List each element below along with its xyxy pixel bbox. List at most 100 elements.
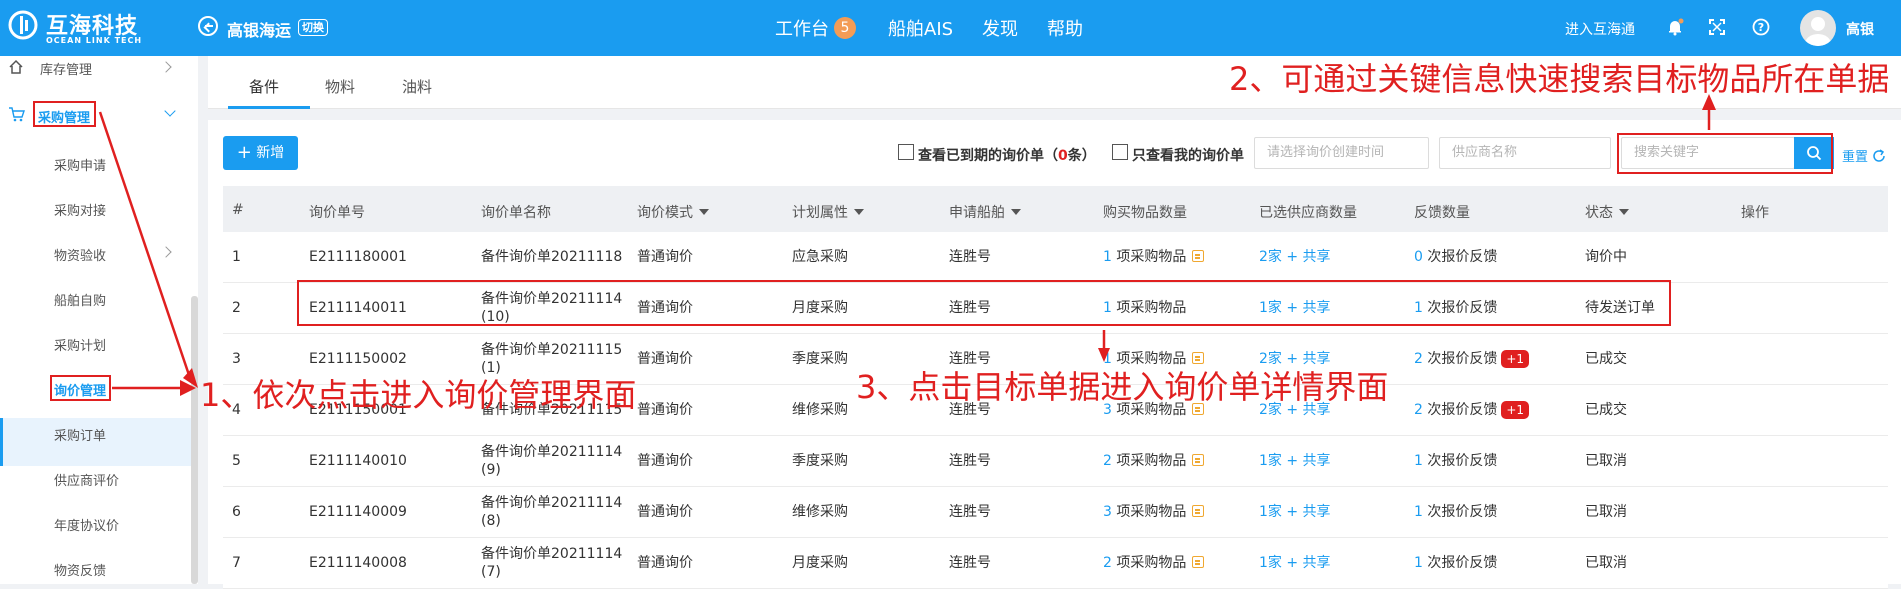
help-icon[interactable]: ? — [1752, 18, 1770, 36]
col-status[interactable]: 状态 — [1585, 202, 1629, 222]
col-mode[interactable]: 询价模式 — [637, 202, 709, 222]
col-mode-label: 询价模式 — [637, 205, 693, 221]
row-items[interactable]: 2 项采购物品 — [1103, 452, 1205, 470]
row-name: 备件询价单20211114 (7) — [481, 545, 622, 581]
row-suppliers[interactable]: 1家 + 共享 — [1259, 503, 1331, 521]
row-name-line1: 备件询价单20211114 — [481, 546, 623, 562]
row-feedback-count[interactable]: 2 — [1414, 402, 1423, 418]
row-feedback[interactable]: 1 次报价反馈 — [1414, 503, 1497, 521]
sidebar-item-self-purchase[interactable]: 船舶自购 — [54, 290, 106, 309]
row-name: 备件询价单20211118 — [481, 248, 622, 266]
enter-hht-link[interactable]: 进入互海通 — [1565, 19, 1635, 39]
row-suppliers[interactable]: 1家 + 共享 — [1259, 452, 1331, 470]
tab-materials[interactable]: 物料 — [325, 76, 355, 97]
row-feedback-count[interactable]: 1 — [1414, 453, 1423, 469]
nav-workbench[interactable]: 工作台 — [775, 15, 829, 41]
add-button[interactable]: + 新增 — [223, 136, 298, 170]
col-ship[interactable]: 申请船舶 — [949, 202, 1021, 222]
username[interactable]: 高银 — [1846, 19, 1874, 39]
row-code[interactable]: E2111140010 — [309, 452, 407, 470]
caret-down-icon — [699, 209, 709, 215]
row-items-count[interactable]: 2 — [1103, 453, 1112, 469]
tab-spare-parts[interactable]: 备件 — [249, 76, 279, 97]
sidebar-item-purchase-request[interactable]: 采购申请 — [54, 155, 106, 174]
nav-ship-ais[interactable]: 船舶AIS — [888, 15, 953, 41]
col-index: # — [232, 202, 244, 218]
row-feedback-count[interactable]: 1 — [1414, 555, 1423, 571]
mine-only-label: 只查看我的询价单 — [1132, 148, 1244, 164]
sidebar-scrollbar[interactable] — [191, 296, 198, 584]
row-feedback-count[interactable]: 2 — [1414, 351, 1423, 367]
row-feedback[interactable]: 1 次报价反馈 — [1414, 452, 1497, 470]
row-name-line2: (8) — [481, 513, 501, 529]
row-code[interactable]: E2111140008 — [309, 554, 407, 572]
row-items[interactable]: 1 项采购物品 — [1103, 248, 1205, 266]
col-plan[interactable]: 计划属性 — [792, 202, 864, 222]
tab-oil[interactable]: 油料 — [402, 76, 432, 97]
document-icon[interactable] — [1192, 556, 1205, 568]
switch-company-button[interactable]: 切换 — [298, 19, 328, 36]
row-feedback-text: 次报价反馈 — [1422, 504, 1498, 520]
row-plan: 月度采购 — [792, 555, 848, 571]
expired-checkbox[interactable] — [898, 144, 914, 160]
col-code: 询价单号 — [309, 205, 365, 221]
row-items-count[interactable]: 3 — [1103, 504, 1112, 520]
col-name: 询价单名称 — [481, 205, 551, 221]
document-icon[interactable] — [1192, 505, 1205, 517]
table-row[interactable]: 1 E2111180001 备件询价单20211118 普通询价 应急采购 连胜号 1 项采… — [223, 232, 1888, 283]
row-name-line1: 备件询价单20211114 — [481, 444, 623, 460]
row-suppliers-count[interactable]: 2 — [1259, 249, 1268, 265]
row-feedback[interactable]: 0 次报价反馈 — [1414, 248, 1497, 266]
row-suppliers[interactable]: 1家 + 共享 — [1259, 554, 1331, 572]
row-feedback-count[interactable]: 0 — [1414, 249, 1423, 265]
sidebar-item-purchase-order[interactable]: 采购订单 — [54, 425, 106, 444]
avatar[interactable] — [1800, 10, 1836, 46]
table-row[interactable]: 6 E2111140009 备件询价单20211114 (8) 普通询价 维修采购 连胜号 3… — [223, 487, 1888, 538]
document-icon[interactable] — [1192, 250, 1205, 262]
sidebar-item-acceptance[interactable]: 物资验收 — [54, 245, 106, 264]
sidebar-item-purchase-docking[interactable]: 采购对接 — [54, 200, 106, 219]
fullscreen-icon[interactable] — [1708, 18, 1726, 36]
row-status: 已成交 — [1585, 351, 1627, 367]
reset-button[interactable]: 重置 — [1842, 146, 1886, 165]
nav-discover[interactable]: 发现 — [982, 15, 1018, 41]
sidebar-item-feedback[interactable]: 物资反馈 — [54, 560, 106, 579]
expired-prefix: 查看已到期的询价单（ — [918, 148, 1058, 164]
back-icon[interactable] — [198, 16, 218, 36]
row-feedback-count[interactable]: 1 — [1414, 504, 1423, 520]
row-code[interactable]: E2111150002 — [309, 350, 407, 368]
row-items-count[interactable]: 1 — [1103, 249, 1112, 265]
row-suppliers-count[interactable]: 1 — [1259, 453, 1268, 469]
company-name[interactable]: 高银海运 — [227, 17, 291, 41]
row-code[interactable]: E2111180001 — [309, 248, 407, 266]
row-feedback[interactable]: 2 次报价反馈 +1 — [1414, 350, 1530, 368]
row-plan: 季度采购 — [792, 351, 848, 367]
row-status: 已取消 — [1585, 453, 1627, 469]
date-picker-input[interactable]: 请选择询价创建时间 — [1254, 137, 1429, 169]
sidebar-item-supplier-review[interactable]: 供应商评价 — [54, 470, 119, 489]
row-plan: 维修采购 — [792, 402, 848, 418]
row-feedback-text: 次报价反馈 — [1422, 249, 1498, 265]
row-items-count[interactable]: 2 — [1103, 555, 1112, 571]
mine-only-checkbox[interactable] — [1112, 144, 1128, 160]
row-code[interactable]: E2111140009 — [309, 503, 407, 521]
nav-help[interactable]: 帮助 — [1047, 15, 1083, 41]
table-row[interactable]: 7 E2111140008 备件询价单20211114 (7) 普通询价 月度采购 连胜号 2… — [223, 538, 1888, 589]
row-feedback[interactable]: 1 次报价反馈 — [1414, 554, 1497, 572]
row-suppliers[interactable]: 2家 + 共享 — [1259, 248, 1331, 266]
document-icon[interactable] — [1192, 454, 1205, 466]
sidebar-item-purchase-plan[interactable]: 采购计划 — [54, 335, 106, 354]
sidebar-item-annual-price[interactable]: 年度协议价 — [54, 515, 119, 534]
row-feedback[interactable]: 2 次报价反馈 +1 — [1414, 401, 1530, 419]
row-items[interactable]: 2 项采购物品 — [1103, 554, 1205, 572]
table-row[interactable]: 5 E2111140010 备件询价单20211114 (9) 普通询价 季度采购 连胜号 2… — [223, 436, 1888, 487]
row-plan: 维修采购 — [792, 504, 848, 520]
row-items[interactable]: 3 项采购物品 — [1103, 503, 1205, 521]
sidebar-item-inventory[interactable]: 库存管理 — [40, 59, 92, 78]
bell-icon[interactable] — [1666, 18, 1684, 36]
row-name-line1: 备件询价单20211115 — [481, 342, 623, 358]
row-suppliers-count[interactable]: 1 — [1259, 504, 1268, 520]
row-suppliers-count[interactable]: 1 — [1259, 555, 1268, 571]
supplier-input[interactable]: 供应商名称 — [1439, 137, 1611, 169]
row-items-text: 项采购物品 — [1111, 504, 1187, 520]
